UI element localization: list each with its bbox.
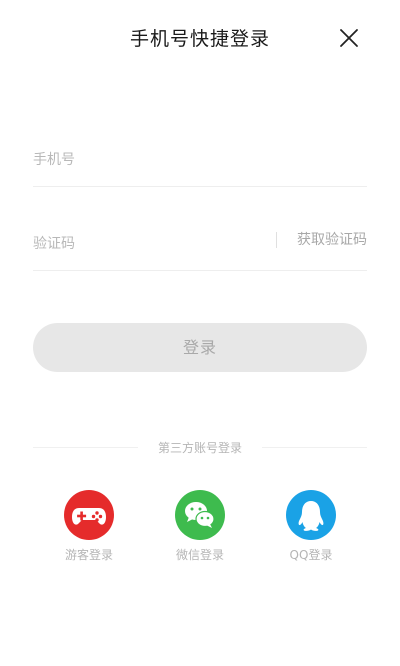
wechat-login-label: 微信登录	[175, 548, 224, 562]
guest-login-label: 游客登录	[64, 548, 113, 562]
gamepad-icon	[72, 508, 106, 525]
get-code-button[interactable]: 获取验证码	[297, 229, 367, 251]
phone-input[interactable]	[33, 136, 367, 184]
third-party-title: 第三方账号登录	[157, 441, 242, 455]
qq-penguin-icon	[298, 501, 324, 531]
close-button[interactable]	[335, 24, 363, 52]
divider-line-right	[262, 447, 367, 448]
wechat-login-circle	[175, 490, 225, 540]
qq-login-circle	[286, 490, 336, 540]
wechat-login-button[interactable]: 微信登录	[160, 490, 240, 564]
verification-code-field: 获取验证码	[33, 220, 367, 271]
header: 手机号快捷登录	[0, 0, 400, 78]
wechat-icon	[185, 502, 215, 528]
guest-login-circle	[64, 490, 114, 540]
guest-login-button[interactable]: 游客登录	[49, 490, 129, 564]
code-divider	[276, 232, 277, 248]
close-icon	[340, 29, 358, 47]
phone-field	[33, 136, 367, 187]
login-button[interactable]: 登录	[33, 323, 367, 372]
qq-login-button[interactable]: QQ登录	[271, 490, 351, 564]
third-party-divider: 第三方账号登录	[33, 437, 367, 459]
verification-code-input[interactable]	[33, 220, 263, 268]
qq-login-label: QQ登录	[289, 548, 333, 562]
